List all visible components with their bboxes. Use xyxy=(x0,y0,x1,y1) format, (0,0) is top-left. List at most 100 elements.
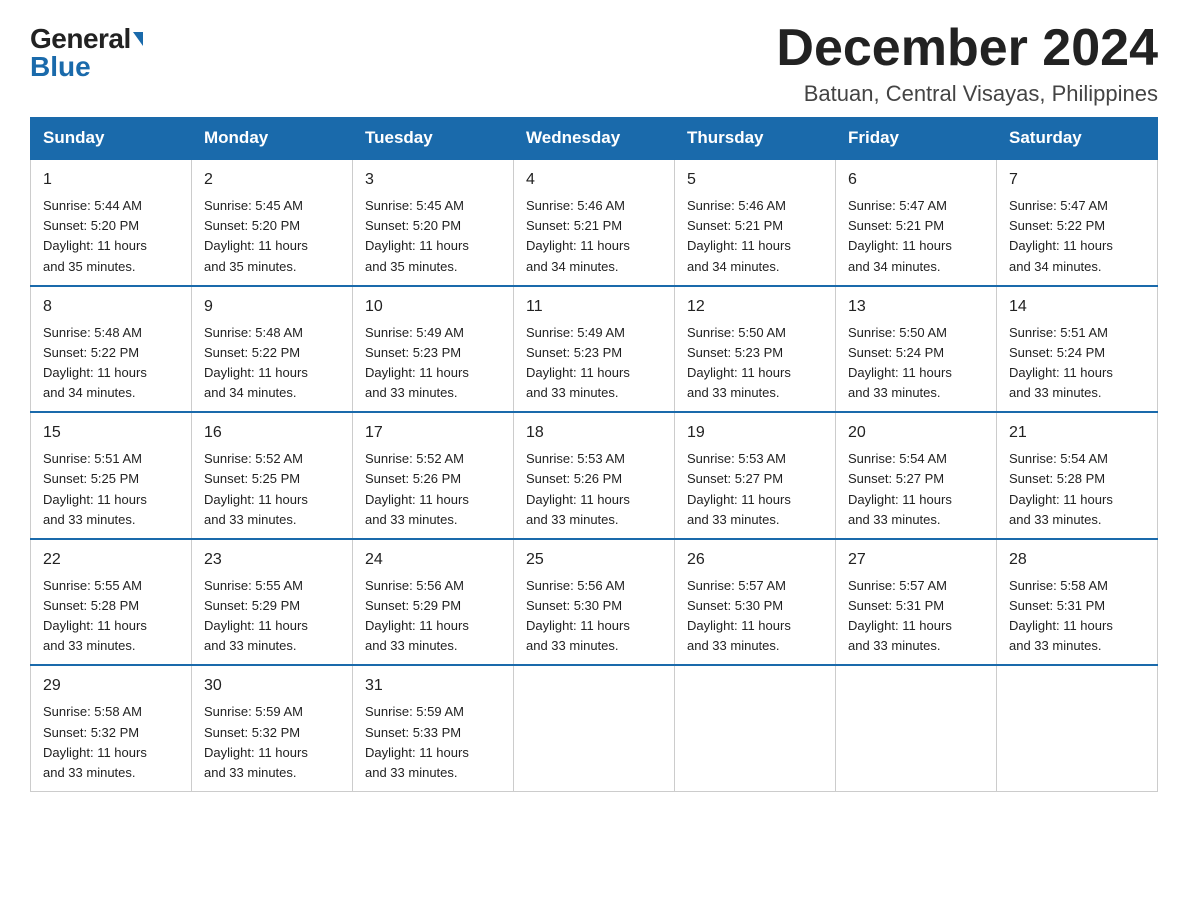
day-info: Sunrise: 5:54 AMSunset: 5:28 PMDaylight:… xyxy=(1009,449,1145,530)
calendar-cell: 14 Sunrise: 5:51 AMSunset: 5:24 PMDaylig… xyxy=(997,286,1158,413)
day-number: 23 xyxy=(204,548,340,572)
calendar-cell: 29 Sunrise: 5:58 AMSunset: 5:32 PMDaylig… xyxy=(31,665,192,791)
calendar-cell: 15 Sunrise: 5:51 AMSunset: 5:25 PMDaylig… xyxy=(31,412,192,539)
day-info: Sunrise: 5:48 AMSunset: 5:22 PMDaylight:… xyxy=(204,323,340,404)
day-info: Sunrise: 5:53 AMSunset: 5:27 PMDaylight:… xyxy=(687,449,823,530)
weekday-header-saturday: Saturday xyxy=(997,118,1158,160)
day-info: Sunrise: 5:56 AMSunset: 5:30 PMDaylight:… xyxy=(526,576,662,657)
day-info: Sunrise: 5:47 AMSunset: 5:22 PMDaylight:… xyxy=(1009,196,1145,277)
day-number: 13 xyxy=(848,295,984,319)
day-info: Sunrise: 5:51 AMSunset: 5:24 PMDaylight:… xyxy=(1009,323,1145,404)
calendar-header: SundayMondayTuesdayWednesdayThursdayFrid… xyxy=(31,118,1158,160)
day-number: 9 xyxy=(204,295,340,319)
day-info: Sunrise: 5:45 AMSunset: 5:20 PMDaylight:… xyxy=(204,196,340,277)
calendar-cell: 9 Sunrise: 5:48 AMSunset: 5:22 PMDayligh… xyxy=(192,286,353,413)
weekday-header-row: SundayMondayTuesdayWednesdayThursdayFrid… xyxy=(31,118,1158,160)
calendar-cell: 22 Sunrise: 5:55 AMSunset: 5:28 PMDaylig… xyxy=(31,539,192,666)
day-number: 8 xyxy=(43,295,179,319)
day-info: Sunrise: 5:46 AMSunset: 5:21 PMDaylight:… xyxy=(526,196,662,277)
day-info: Sunrise: 5:49 AMSunset: 5:23 PMDaylight:… xyxy=(526,323,662,404)
day-number: 15 xyxy=(43,421,179,445)
calendar-cell: 28 Sunrise: 5:58 AMSunset: 5:31 PMDaylig… xyxy=(997,539,1158,666)
calendar-cell: 1 Sunrise: 5:44 AMSunset: 5:20 PMDayligh… xyxy=(31,159,192,286)
logo-arrow-icon xyxy=(133,32,143,46)
calendar-cell: 19 Sunrise: 5:53 AMSunset: 5:27 PMDaylig… xyxy=(675,412,836,539)
calendar-cell: 18 Sunrise: 5:53 AMSunset: 5:26 PMDaylig… xyxy=(514,412,675,539)
calendar-week-row: 1 Sunrise: 5:44 AMSunset: 5:20 PMDayligh… xyxy=(31,159,1158,286)
day-number: 28 xyxy=(1009,548,1145,572)
calendar-cell: 23 Sunrise: 5:55 AMSunset: 5:29 PMDaylig… xyxy=(192,539,353,666)
day-info: Sunrise: 5:49 AMSunset: 5:23 PMDaylight:… xyxy=(365,323,501,404)
day-number: 1 xyxy=(43,168,179,192)
day-number: 16 xyxy=(204,421,340,445)
day-number: 12 xyxy=(687,295,823,319)
calendar-cell xyxy=(675,665,836,791)
calendar-cell: 5 Sunrise: 5:46 AMSunset: 5:21 PMDayligh… xyxy=(675,159,836,286)
day-number: 18 xyxy=(526,421,662,445)
logo-blue: Blue xyxy=(30,53,91,81)
page-header: General Blue December 2024 Batuan, Centr… xyxy=(30,20,1158,107)
day-info: Sunrise: 5:53 AMSunset: 5:26 PMDaylight:… xyxy=(526,449,662,530)
calendar-table: SundayMondayTuesdayWednesdayThursdayFrid… xyxy=(30,117,1158,792)
day-info: Sunrise: 5:58 AMSunset: 5:31 PMDaylight:… xyxy=(1009,576,1145,657)
calendar-cell: 26 Sunrise: 5:57 AMSunset: 5:30 PMDaylig… xyxy=(675,539,836,666)
day-info: Sunrise: 5:52 AMSunset: 5:26 PMDaylight:… xyxy=(365,449,501,530)
calendar-cell: 20 Sunrise: 5:54 AMSunset: 5:27 PMDaylig… xyxy=(836,412,997,539)
day-number: 5 xyxy=(687,168,823,192)
calendar-body: 1 Sunrise: 5:44 AMSunset: 5:20 PMDayligh… xyxy=(31,159,1158,791)
calendar-cell: 8 Sunrise: 5:48 AMSunset: 5:22 PMDayligh… xyxy=(31,286,192,413)
day-info: Sunrise: 5:58 AMSunset: 5:32 PMDaylight:… xyxy=(43,702,179,783)
day-info: Sunrise: 5:48 AMSunset: 5:22 PMDaylight:… xyxy=(43,323,179,404)
day-number: 25 xyxy=(526,548,662,572)
day-number: 20 xyxy=(848,421,984,445)
calendar-cell xyxy=(514,665,675,791)
calendar-cell: 3 Sunrise: 5:45 AMSunset: 5:20 PMDayligh… xyxy=(353,159,514,286)
calendar-cell: 27 Sunrise: 5:57 AMSunset: 5:31 PMDaylig… xyxy=(836,539,997,666)
day-number: 27 xyxy=(848,548,984,572)
day-number: 11 xyxy=(526,295,662,319)
calendar-cell: 7 Sunrise: 5:47 AMSunset: 5:22 PMDayligh… xyxy=(997,159,1158,286)
weekday-header-sunday: Sunday xyxy=(31,118,192,160)
day-number: 22 xyxy=(43,548,179,572)
day-number: 30 xyxy=(204,674,340,698)
logo-general: General xyxy=(30,25,143,53)
calendar-cell: 24 Sunrise: 5:56 AMSunset: 5:29 PMDaylig… xyxy=(353,539,514,666)
weekday-header-monday: Monday xyxy=(192,118,353,160)
weekday-header-thursday: Thursday xyxy=(675,118,836,160)
weekday-header-tuesday: Tuesday xyxy=(353,118,514,160)
calendar-cell: 11 Sunrise: 5:49 AMSunset: 5:23 PMDaylig… xyxy=(514,286,675,413)
day-info: Sunrise: 5:47 AMSunset: 5:21 PMDaylight:… xyxy=(848,196,984,277)
day-number: 21 xyxy=(1009,421,1145,445)
calendar-week-row: 29 Sunrise: 5:58 AMSunset: 5:32 PMDaylig… xyxy=(31,665,1158,791)
day-number: 3 xyxy=(365,168,501,192)
day-number: 26 xyxy=(687,548,823,572)
day-info: Sunrise: 5:57 AMSunset: 5:30 PMDaylight:… xyxy=(687,576,823,657)
day-info: Sunrise: 5:55 AMSunset: 5:28 PMDaylight:… xyxy=(43,576,179,657)
calendar-cell: 10 Sunrise: 5:49 AMSunset: 5:23 PMDaylig… xyxy=(353,286,514,413)
day-info: Sunrise: 5:54 AMSunset: 5:27 PMDaylight:… xyxy=(848,449,984,530)
day-number: 14 xyxy=(1009,295,1145,319)
calendar-cell xyxy=(997,665,1158,791)
logo: General Blue xyxy=(30,25,143,81)
month-title: December 2024 xyxy=(776,20,1158,77)
day-info: Sunrise: 5:46 AMSunset: 5:21 PMDaylight:… xyxy=(687,196,823,277)
calendar-cell: 21 Sunrise: 5:54 AMSunset: 5:28 PMDaylig… xyxy=(997,412,1158,539)
day-info: Sunrise: 5:50 AMSunset: 5:24 PMDaylight:… xyxy=(848,323,984,404)
day-number: 29 xyxy=(43,674,179,698)
day-number: 19 xyxy=(687,421,823,445)
day-info: Sunrise: 5:44 AMSunset: 5:20 PMDaylight:… xyxy=(43,196,179,277)
day-info: Sunrise: 5:45 AMSunset: 5:20 PMDaylight:… xyxy=(365,196,501,277)
day-number: 24 xyxy=(365,548,501,572)
calendar-week-row: 22 Sunrise: 5:55 AMSunset: 5:28 PMDaylig… xyxy=(31,539,1158,666)
calendar-cell: 12 Sunrise: 5:50 AMSunset: 5:23 PMDaylig… xyxy=(675,286,836,413)
title-section: December 2024 Batuan, Central Visayas, P… xyxy=(776,20,1158,107)
day-info: Sunrise: 5:56 AMSunset: 5:29 PMDaylight:… xyxy=(365,576,501,657)
weekday-header-friday: Friday xyxy=(836,118,997,160)
day-number: 17 xyxy=(365,421,501,445)
calendar-cell: 17 Sunrise: 5:52 AMSunset: 5:26 PMDaylig… xyxy=(353,412,514,539)
calendar-cell: 31 Sunrise: 5:59 AMSunset: 5:33 PMDaylig… xyxy=(353,665,514,791)
day-info: Sunrise: 5:55 AMSunset: 5:29 PMDaylight:… xyxy=(204,576,340,657)
day-info: Sunrise: 5:50 AMSunset: 5:23 PMDaylight:… xyxy=(687,323,823,404)
day-number: 31 xyxy=(365,674,501,698)
day-number: 7 xyxy=(1009,168,1145,192)
